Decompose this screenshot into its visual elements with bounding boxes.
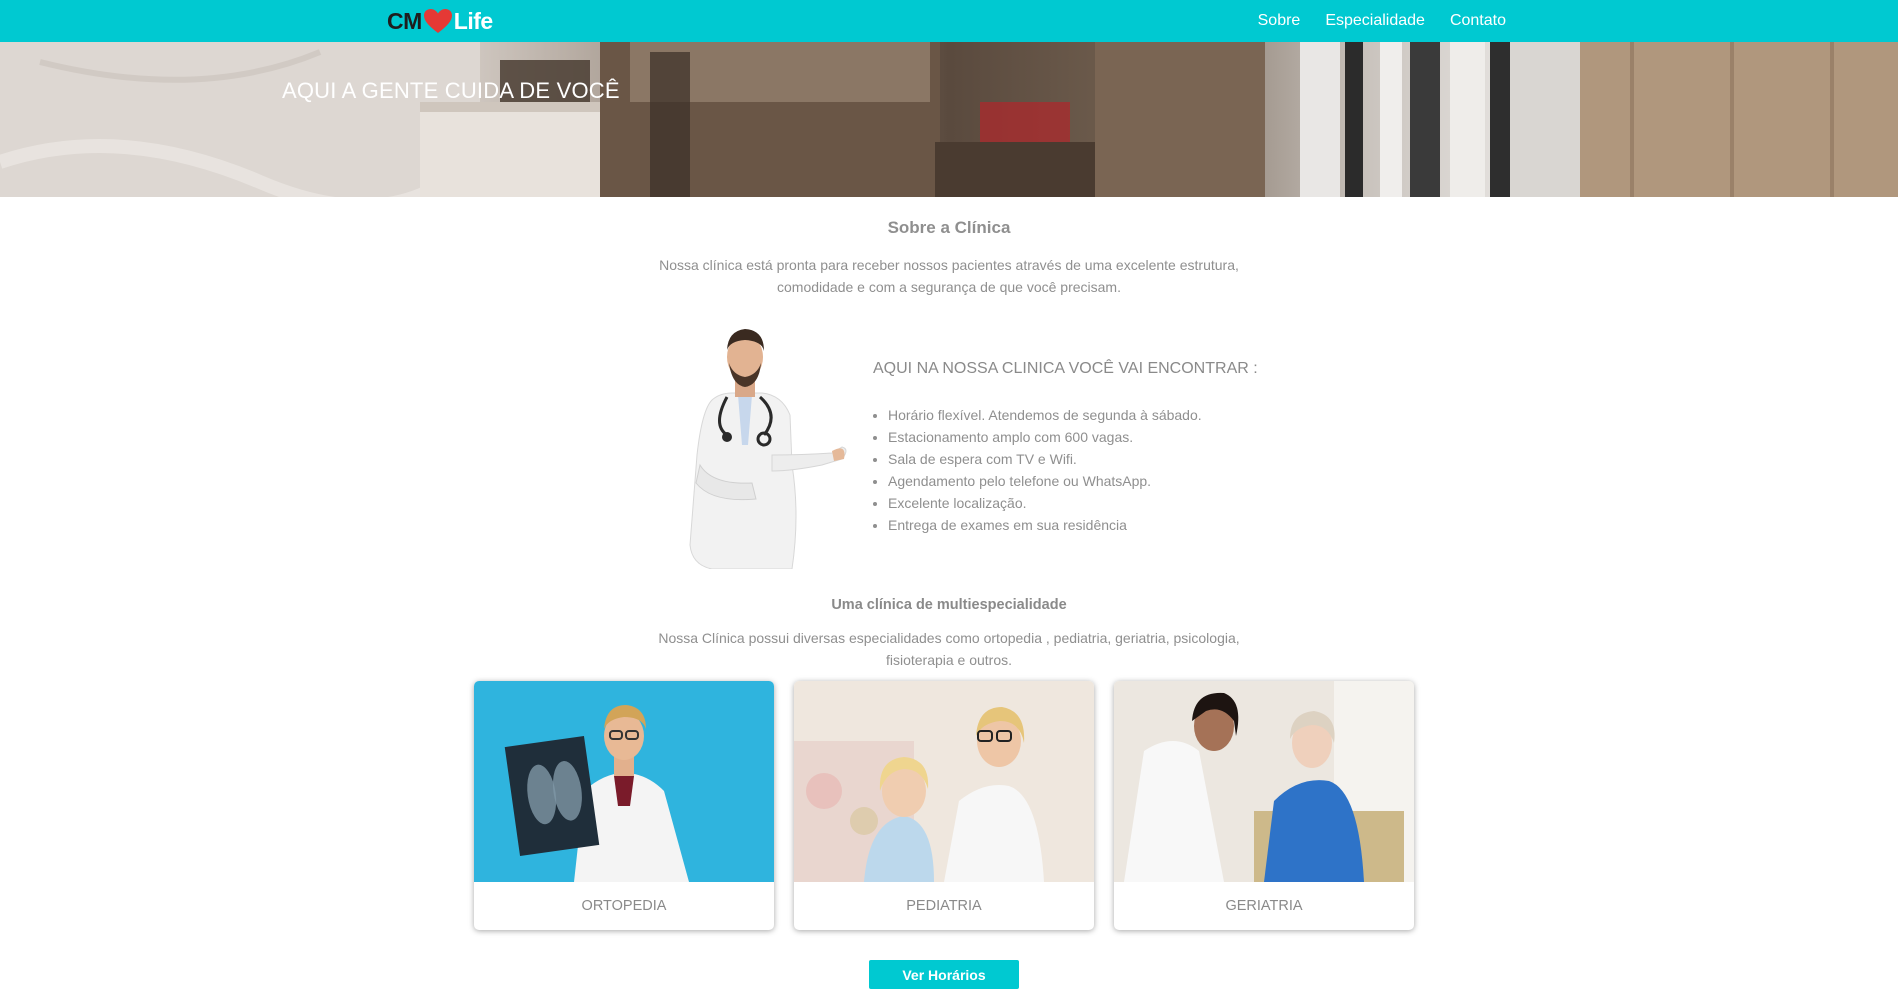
features-list-item: Agendamento pelo telefone ou WhatsApp. <box>888 470 1202 492</box>
heart-icon <box>423 9 452 33</box>
features-list-item: Estacionamento amplo com 600 vagas. <box>888 426 1202 448</box>
nav-link-especialidade[interactable]: Especialidade <box>1325 12 1425 30</box>
ortopedia-image <box>474 681 774 882</box>
pediatria-image <box>794 681 1094 882</box>
features-list-item: Excelente localização. <box>888 492 1202 514</box>
card-label: GERIATRIA <box>1225 898 1303 914</box>
logo[interactable]: CM Life <box>387 7 493 35</box>
nav-menu: Sobre Especialidade Contato <box>1258 0 1506 42</box>
card-pediatria[interactable]: PEDIATRIA <box>794 681 1094 930</box>
card-ortopedia[interactable]: ORTOPEDIA <box>474 681 774 930</box>
hero-background-image <box>0 42 1898 197</box>
specialties-title: Uma clínica de multiespecialidade <box>831 597 1067 613</box>
geriatria-image <box>1114 681 1414 882</box>
navbar: CM Life Sobre Especialidade Contato <box>0 0 1898 42</box>
card-geriatria[interactable]: GERIATRIA <box>1114 681 1414 930</box>
features-list-item: Sala de espera com TV e Wifi. <box>888 448 1202 470</box>
ver-horarios-button[interactable]: Ver Horários <box>869 960 1019 989</box>
card-label: ORTOPEDIA <box>581 898 667 914</box>
features-title: AQUI NA NOSSA CLINICA VOCÊ VAI ENCONTRAR… <box>873 360 1258 377</box>
logo-life-text: Life <box>453 7 493 34</box>
hero-title: AQUI A GENTE CUIDA DE VOCÊ <box>282 78 620 103</box>
features-list: Horário flexível. Atendemos de segunda à… <box>888 404 1202 536</box>
features-list-item: Horário flexível. Atendemos de segunda à… <box>888 404 1202 426</box>
logo-cm-text: CM <box>387 7 422 34</box>
about-title: Sobre a Clínica <box>887 218 1011 237</box>
about-text: Nossa clínica está pronta para receber n… <box>659 257 1239 295</box>
features-list-item: Entrega de exames em sua residência <box>888 514 1202 536</box>
nav-link-sobre[interactable]: Sobre <box>1258 12 1301 30</box>
specialties-text: Nossa Clínica possui diversas especialid… <box>658 630 1240 668</box>
card-label: PEDIATRIA <box>906 898 982 914</box>
hero-banner: AQUI A GENTE CUIDA DE VOCÊ <box>0 42 1898 197</box>
doctor-image <box>689 329 847 569</box>
nav-link-contato[interactable]: Contato <box>1450 12 1506 30</box>
